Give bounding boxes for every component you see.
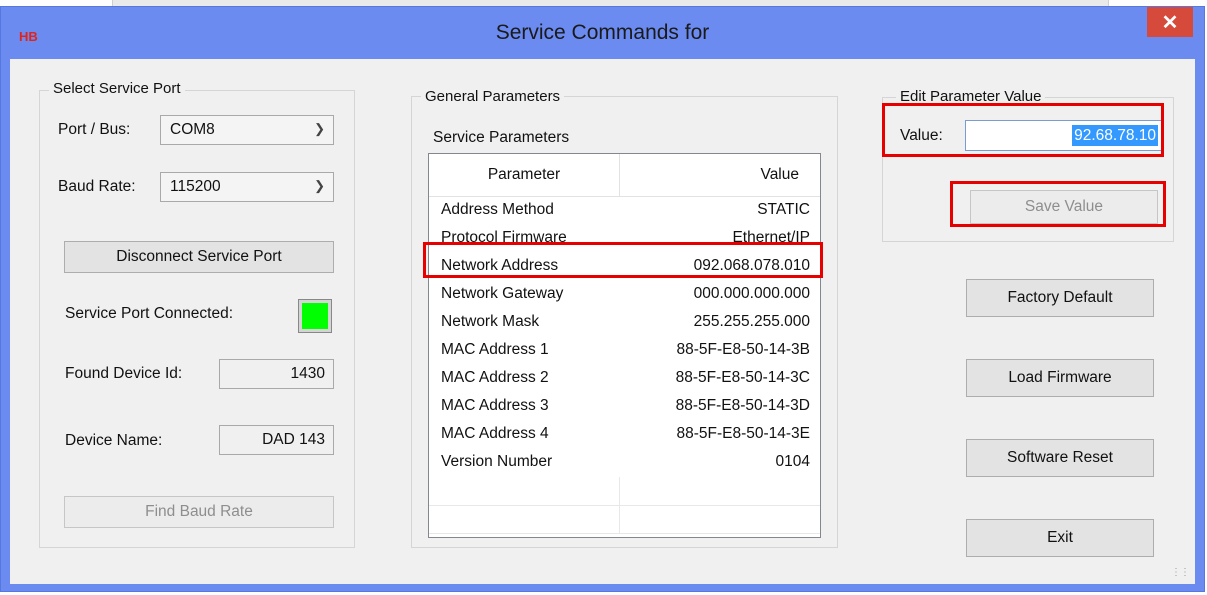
parameter-value: 88-5F-E8-50-14-3E <box>676 425 810 442</box>
baud-rate-value: 115200 <box>170 178 221 195</box>
table-row[interactable]: Network Mask 255.255.255.000 <box>429 309 820 337</box>
parameter-name: MAC Address 2 <box>441 369 549 386</box>
load-firmware-button[interactable]: Load Firmware <box>966 359 1154 397</box>
found-device-id-label: Found Device Id: <box>65 365 183 382</box>
disconnect-service-port-button[interactable]: Disconnect Service Port <box>64 241 334 273</box>
port-bus-value: COM8 <box>170 121 215 138</box>
software-reset-button[interactable]: Software Reset <box>966 439 1154 477</box>
table-row[interactable]: Version Number 0104 <box>429 449 820 477</box>
parameter-name: MAC Address 3 <box>441 397 549 414</box>
service-parameters-grid[interactable]: Parameter Value Address Method STATIC Pro… <box>428 153 821 538</box>
chevron-down-icon: ❯ <box>314 121 325 136</box>
title-bar[interactable]: HB Service Commands for ✕ <box>1 7 1204 61</box>
connection-status-light <box>302 303 328 329</box>
table-row[interactable]: Protocol Firmware Ethernet/IP <box>429 225 820 253</box>
parameter-value-text: 92.68.78.10 <box>1072 125 1158 146</box>
value-column-header[interactable]: Value <box>619 154 809 196</box>
table-row[interactable]: Address Method STATIC <box>429 197 820 225</box>
chevron-down-icon: ❯ <box>314 178 325 193</box>
parameter-name: Network Address <box>441 257 559 274</box>
table-row[interactable]: Network Gateway 000.000.000.000 <box>429 281 820 309</box>
baud-rate-label: Baud Rate: <box>58 178 136 195</box>
parameter-value: 092.068.078.010 <box>693 257 810 274</box>
service-port-connected-label: Service Port Connected: <box>65 305 234 322</box>
parameter-name: Address Method <box>441 201 554 218</box>
window-title: Service Commands for <box>495 21 710 44</box>
port-bus-label: Port / Bus: <box>58 121 131 138</box>
factory-default-button[interactable]: Factory Default <box>966 279 1154 317</box>
resize-grip-icon[interactable]: ⋮⋮ <box>1171 567 1190 578</box>
save-value-button[interactable]: Save Value <box>970 190 1158 224</box>
parameter-value: Ethernet/IP <box>732 229 810 246</box>
dialog-client-area: Select Service Port Port / Bus: COM8 ❯ B… <box>10 59 1195 584</box>
table-row[interactable]: MAC Address 4 88-5F-E8-50-14-3E <box>429 421 820 449</box>
empty-grid-row <box>429 505 820 534</box>
table-row[interactable]: MAC Address 1 88-5F-E8-50-14-3B <box>429 337 820 365</box>
close-button[interactable]: ✕ <box>1147 7 1193 37</box>
parameter-value: 255.255.255.000 <box>693 313 810 330</box>
found-device-id-value: 1430 <box>219 359 334 389</box>
parameter-value: 88-5F-E8-50-14-3D <box>675 397 810 414</box>
device-name-label: Device Name: <box>65 432 163 449</box>
grid-header: Parameter Value <box>429 154 820 197</box>
parameter-name: Network Gateway <box>441 285 564 302</box>
device-name-value: DAD 143 <box>219 425 334 455</box>
service-commands-window: HB Service Commands for ✕ Select Service… <box>0 6 1205 592</box>
parameter-name: MAC Address 4 <box>441 425 549 442</box>
baud-rate-select[interactable]: 115200 ❯ <box>160 172 334 202</box>
parameter-value: STATIC <box>757 201 810 218</box>
value-label: Value: <box>900 127 943 144</box>
service-parameters-label: Service Parameters <box>433 129 570 146</box>
table-row[interactable]: Network Address 092.068.078.010 <box>429 253 820 281</box>
parameter-value: 0104 <box>775 453 810 470</box>
parameter-name: Network Mask <box>441 313 540 330</box>
general-parameters-group-title: General Parameters <box>421 88 565 105</box>
grid-column-divider <box>619 505 620 533</box>
close-icon: ✕ <box>1161 11 1179 34</box>
find-baud-rate-button[interactable]: Find Baud Rate <box>64 496 334 528</box>
service-port-group-title: Select Service Port <box>49 80 185 97</box>
parameter-value: 000.000.000.000 <box>693 285 810 302</box>
exit-button[interactable]: Exit <box>966 519 1154 557</box>
parameter-column-header[interactable]: Parameter <box>429 154 620 196</box>
port-bus-select[interactable]: COM8 ❯ <box>160 115 334 145</box>
parameter-value: 88-5F-E8-50-14-3C <box>675 369 810 386</box>
parameter-name: Version Number <box>441 453 553 470</box>
parameter-name: Protocol Firmware <box>441 229 567 246</box>
empty-grid-row <box>429 477 820 506</box>
grid-column-divider <box>619 477 620 505</box>
parameter-value: 88-5F-E8-50-14-3B <box>676 341 810 358</box>
parameter-name: MAC Address 1 <box>441 341 549 358</box>
table-row[interactable]: MAC Address 2 88-5F-E8-50-14-3C <box>429 365 820 393</box>
connection-status-indicator <box>298 299 332 333</box>
edit-parameter-group-title: Edit Parameter Value <box>896 88 1046 105</box>
parameter-value-input[interactable]: 92.68.78.10 <box>965 120 1163 151</box>
table-row[interactable]: MAC Address 3 88-5F-E8-50-14-3D <box>429 393 820 421</box>
